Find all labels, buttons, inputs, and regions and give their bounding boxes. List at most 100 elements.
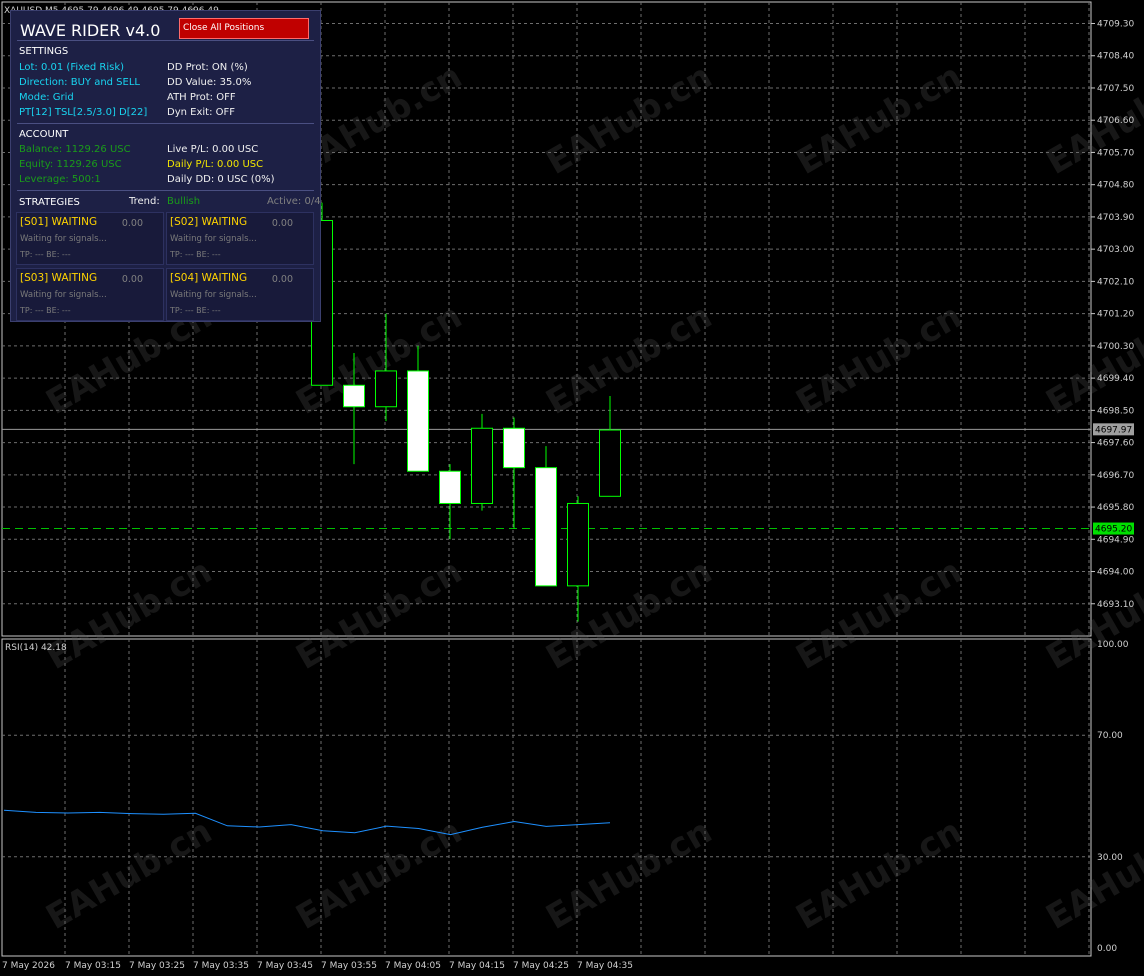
- price-tick-label: 4700.30: [1097, 342, 1134, 352]
- time-tick-label: 7 May 04:05: [385, 961, 441, 971]
- candle-body: [567, 502, 589, 587]
- time-tick-label: 7 May 03:35: [193, 961, 249, 971]
- time-tick-label: 7 May 03:25: [129, 961, 185, 971]
- rsi-tick-label: 0.00: [1097, 944, 1117, 954]
- setting-dyn-exit: Dyn Exit: OFF: [167, 107, 235, 118]
- strategy-tp-be: TP: --- BE: ---: [20, 250, 71, 259]
- strategy-value: 0.00: [271, 274, 293, 285]
- watermark-text: EAHub.cn: [1040, 811, 1144, 938]
- setting-ath-prot: ATH Prot: OFF: [167, 92, 236, 103]
- ask-price-label: 4697.97: [1095, 425, 1132, 435]
- candle-body: [343, 384, 365, 408]
- watermark-text: EAHub.cn: [290, 811, 469, 938]
- watermark-text: EAHub.cn: [540, 551, 719, 678]
- active-count: Active: 0/4: [267, 196, 321, 207]
- price-tick-label: 4701.20: [1097, 310, 1134, 320]
- account-live-pl: Live P/L: 0.00 USC: [167, 144, 259, 155]
- divider: [17, 190, 314, 191]
- watermark-text: EAHub.cn: [540, 811, 719, 938]
- price-tick-label: 4698.50: [1097, 406, 1134, 416]
- strategy-card-s04: [S04] WAITING 0.00 Waiting for signals..…: [166, 268, 314, 321]
- price-tick-label: 4709.30: [1097, 19, 1134, 29]
- price-tick-label: 4705.70: [1097, 148, 1134, 158]
- time-tick-label: 7 May 03:55: [321, 961, 377, 971]
- price-tick-label: 4703.90: [1097, 213, 1134, 223]
- candle-body: [471, 427, 493, 504]
- close-all-positions-button[interactable]: Close All Positions: [179, 18, 309, 39]
- divider: [17, 40, 314, 41]
- time-tick-label: 7 May 04:35: [577, 961, 633, 971]
- time-tick-label: 7 May 03:45: [257, 961, 313, 971]
- bid-price-label: 4695.20: [1095, 525, 1132, 535]
- trend-value: Bullish: [167, 196, 201, 207]
- watermark-text: EAHub.cn: [540, 56, 719, 183]
- watermark-text: EAHub.cn: [790, 551, 969, 678]
- account-daily-dd: Daily DD: 0 USC (0%): [167, 174, 275, 185]
- strategy-status: Waiting for signals...: [170, 290, 257, 300]
- strategy-tp-be: TP: --- BE: ---: [170, 306, 221, 315]
- watermark-text: EAHub.cn: [540, 296, 719, 423]
- time-tick-label: 7 May 2026: [2, 961, 55, 971]
- watermark-text: EAHub.cn: [790, 56, 969, 183]
- price-tick-label: 4706.60: [1097, 116, 1134, 126]
- price-tick-label: 4699.40: [1097, 374, 1134, 384]
- rsi-line: [3, 809, 611, 836]
- candle-body: [375, 370, 397, 408]
- price-tick-label: 4704.80: [1097, 181, 1134, 191]
- price-tick-label: 4703.00: [1097, 245, 1134, 255]
- candle-body: [407, 370, 429, 472]
- price-tick-label: 4708.40: [1097, 52, 1134, 62]
- time-tick-label: 7 May 04:15: [449, 961, 505, 971]
- trend-label: Trend:: [129, 196, 160, 207]
- rsi-label: RSI(14) 42.18: [5, 643, 67, 653]
- account-daily-pl: Daily P/L: 0.00 USC: [167, 159, 264, 170]
- panel-title: WAVE RIDER v4.0: [20, 21, 161, 40]
- candle-body: [439, 470, 461, 504]
- candle-body: [599, 429, 621, 497]
- strategy-card-s02: [S02] WAITING 0.00 Waiting for signals..…: [166, 212, 314, 265]
- settings-heading: SETTINGS: [19, 46, 69, 57]
- rsi-tick-label: 100.00: [1097, 640, 1129, 650]
- account-leverage: Leverage: 500:1: [19, 174, 101, 185]
- strategy-card-s01: [S01] WAITING 0.00 Waiting for signals..…: [16, 212, 164, 265]
- strategy-title: [S02] WAITING: [170, 216, 248, 228]
- time-tick-label: 7 May 03:15: [65, 961, 121, 971]
- watermark-text: EAHub.cn: [40, 811, 219, 938]
- watermark-text: EAHub.cn: [790, 296, 969, 423]
- strategy-value: 0.00: [121, 274, 143, 285]
- setting-dd-prot: DD Prot: ON (%): [167, 62, 248, 73]
- price-tick-label: 4697.60: [1097, 439, 1134, 449]
- setting-pt: PT[12] TSL[2.5/3.0] D[22]: [19, 107, 148, 118]
- price-tick-label: 4702.10: [1097, 277, 1134, 287]
- account-equity: Equity: 1129.26 USC: [19, 159, 122, 170]
- strategy-tp-be: TP: --- BE: ---: [20, 306, 71, 315]
- setting-mode: Mode: Grid: [19, 92, 74, 103]
- rsi-tick-label: 70.00: [1097, 731, 1123, 741]
- strategy-tp-be: TP: --- BE: ---: [170, 250, 221, 259]
- strategies-heading: STRATEGIES: [19, 197, 80, 208]
- strategy-value: 0.00: [271, 218, 293, 229]
- account-balance: Balance: 1129.26 USC: [19, 144, 131, 155]
- price-tick-label: 4693.10: [1097, 600, 1134, 610]
- candle-body: [535, 467, 557, 587]
- candle-body: [503, 427, 525, 469]
- strategy-status: Waiting for signals...: [170, 234, 257, 244]
- strategy-status: Waiting for signals...: [20, 290, 107, 300]
- price-tick-label: 4694.00: [1097, 568, 1134, 578]
- strategy-card-s03: [S03] WAITING 0.00 Waiting for signals..…: [16, 268, 164, 321]
- rsi-series: [3, 809, 611, 836]
- strategy-title: [S03] WAITING: [20, 272, 98, 284]
- price-tick-label: 4707.50: [1097, 84, 1134, 94]
- watermark-text: EAHub.cn: [290, 551, 469, 678]
- account-heading: ACCOUNT: [19, 129, 69, 140]
- divider: [17, 123, 314, 124]
- strategy-title: [S01] WAITING: [20, 216, 98, 228]
- price-tick-label: 4696.70: [1097, 471, 1134, 481]
- price-tick-label: 4695.80: [1097, 503, 1134, 513]
- watermark-text: EAHub.cn: [790, 811, 969, 938]
- strategy-title: [S04] WAITING: [170, 272, 248, 284]
- strategy-status: Waiting for signals...: [20, 234, 107, 244]
- setting-lot: Lot: 0.01 (Fixed Risk): [19, 62, 125, 73]
- price-tick-label: 4694.90: [1097, 535, 1134, 545]
- time-tick-label: 7 May 04:25: [513, 961, 569, 971]
